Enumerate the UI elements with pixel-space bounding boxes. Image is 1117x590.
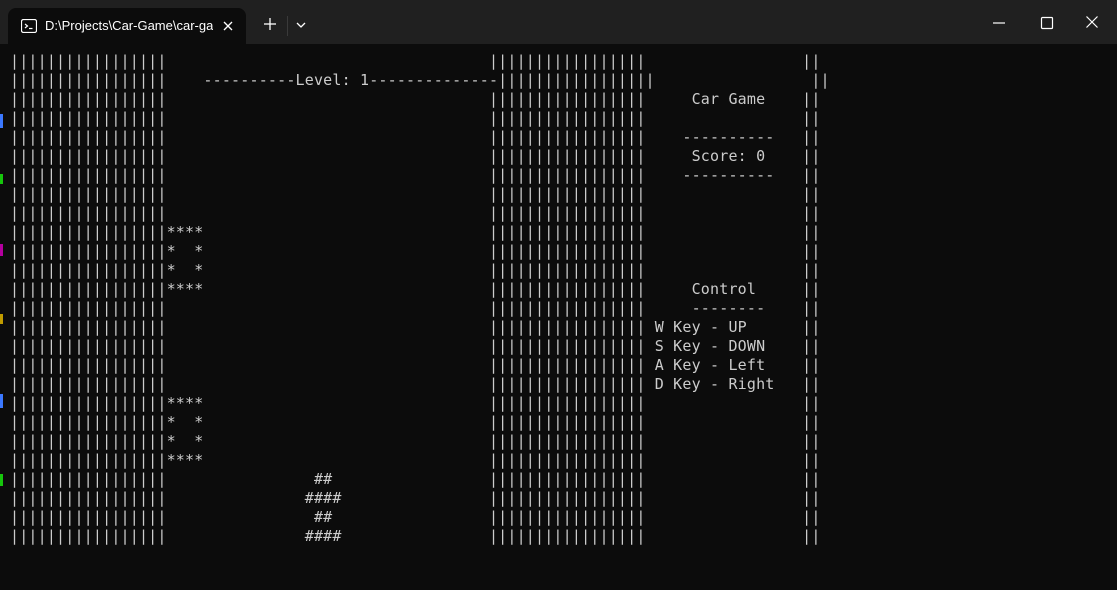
terminal-line: ||||||||||||||||| ||||||||||||||||| Car … xyxy=(10,90,821,108)
terminal-line: |||||||||||||||||**** ||||||||||||||||| … xyxy=(10,280,821,298)
terminal-line: ||||||||||||||||| ||||||||||||||||| ----… xyxy=(10,128,821,146)
tab-title: D:\Projects\Car-Game\car-ga xyxy=(45,18,213,33)
title-bar: D:\Projects\Car-Game\car-ga xyxy=(0,0,1117,44)
chevron-down-icon[interactable] xyxy=(295,20,307,30)
tab-separator xyxy=(287,16,288,36)
terminal-line: ||||||||||||||||| #### |||||||||||||||||… xyxy=(10,489,821,507)
close-window-icon[interactable] xyxy=(1085,15,1099,29)
terminal-line: ||||||||||||||||| ||||||||||||||||| A Ke… xyxy=(10,356,821,374)
terminal-icon xyxy=(21,19,37,33)
terminal-line: |||||||||||||||||* * ||||||||||||||||| |… xyxy=(10,413,821,431)
terminal-line: |||||||||||||||||**** ||||||||||||||||| … xyxy=(10,451,821,469)
terminal-line: ||||||||||||||||| ||||||||||||||||| S Ke… xyxy=(10,337,821,355)
terminal-line: ||||||||||||||||| ||||||||||||||||| || xyxy=(10,52,821,70)
maximize-icon[interactable] xyxy=(1040,16,1054,30)
edge-artifact xyxy=(0,114,3,486)
terminal-line: ||||||||||||||||| ||||||||||||||||| || xyxy=(10,204,821,222)
terminal-line: ||||||||||||||||| ||||||||||||||||| ----… xyxy=(10,166,821,184)
terminal-line: ||||||||||||||||| ||||||||||||||||| ----… xyxy=(10,299,821,317)
terminal-line: ||||||||||||||||| ## ||||||||||||||||| |… xyxy=(10,508,821,526)
minimize-icon[interactable] xyxy=(992,17,1006,29)
new-tab-icon[interactable] xyxy=(262,16,278,32)
terminal-line: ||||||||||||||||| ----------Level: 1----… xyxy=(10,71,830,89)
tab-terminal[interactable]: D:\Projects\Car-Game\car-ga xyxy=(8,8,246,44)
terminal-line: |||||||||||||||||**** ||||||||||||||||| … xyxy=(10,394,821,412)
terminal-line: ||||||||||||||||| ||||||||||||||||| || xyxy=(10,185,821,203)
terminal-line: |||||||||||||||||**** ||||||||||||||||| … xyxy=(10,223,821,241)
terminal-line: |||||||||||||||||* * ||||||||||||||||| |… xyxy=(10,432,821,450)
terminal-line: |||||||||||||||||* * ||||||||||||||||| |… xyxy=(10,242,821,260)
close-tab-icon[interactable] xyxy=(221,19,235,33)
terminal-line: ||||||||||||||||| ||||||||||||||||| || xyxy=(10,109,821,127)
terminal-line: |||||||||||||||||* * ||||||||||||||||| |… xyxy=(10,261,821,279)
terminal-line: ||||||||||||||||| ||||||||||||||||| Scor… xyxy=(10,147,821,165)
terminal-line: ||||||||||||||||| ||||||||||||||||| W Ke… xyxy=(10,318,821,336)
terminal-line: ||||||||||||||||| ||||||||||||||||| D Ke… xyxy=(10,375,821,393)
terminal-output[interactable]: ||||||||||||||||| ||||||||||||||||| || |… xyxy=(0,44,1117,590)
terminal-line: ||||||||||||||||| #### |||||||||||||||||… xyxy=(10,527,821,545)
terminal-line: ||||||||||||||||| ## ||||||||||||||||| |… xyxy=(10,470,821,488)
